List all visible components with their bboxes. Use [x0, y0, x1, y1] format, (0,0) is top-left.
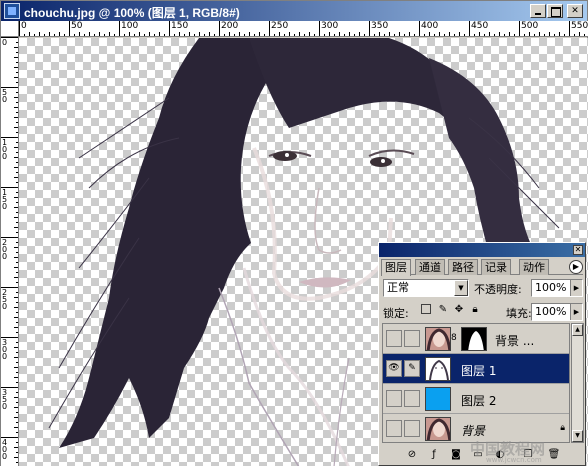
- nose: [314, 187, 342, 254]
- hair-left: [59, 38, 269, 448]
- layer-row-layer-2[interactable]: 图层 2: [383, 384, 569, 414]
- ruler-tick-label: 200: [221, 21, 239, 31]
- hair-right: [429, 58, 539, 258]
- ruler-tick-label: 300: [2, 338, 8, 361]
- right-eyebrow: [368, 149, 415, 157]
- ruler-tick-label: 0: [21, 21, 27, 31]
- maximize-button[interactable]: [547, 4, 563, 18]
- lips: [299, 277, 351, 288]
- visibility-toggle[interactable]: [386, 390, 402, 407]
- layer-list: 8 背景 ... 👁︎ ✎ 图层 1 图层 2 背景 🔒︎: [382, 323, 570, 443]
- palette-title-bar[interactable]: ✕: [379, 243, 585, 257]
- lock-position-move-icon[interactable]: ✥: [453, 304, 465, 316]
- ruler-tick-label: 400: [2, 438, 8, 461]
- skin-shading: [252, 147, 393, 301]
- photoshop-document-icon: [4, 3, 20, 19]
- hair-top: [249, 38, 469, 148]
- lock-icon: 🔒︎: [560, 423, 565, 433]
- tab-layers[interactable]: 图层: [381, 259, 411, 276]
- palette-menu-button[interactable]: ▶: [569, 260, 583, 274]
- ruler-tick-label: 150: [2, 188, 8, 211]
- tab-history[interactable]: 记录: [481, 259, 511, 275]
- chain-link-icon: 8: [451, 333, 457, 343]
- ruler-tick-label: 250: [271, 21, 289, 31]
- layer-mask-thumbnail[interactable]: [461, 327, 487, 351]
- opacity-field[interactable]: 100% ▶: [531, 279, 583, 297]
- tab-channels[interactable]: 通道: [415, 259, 445, 275]
- layer-thumbnail: [425, 417, 451, 441]
- fill-value: 100%: [535, 305, 567, 318]
- layer-row-background-copy[interactable]: 8 背景 ...: [383, 324, 569, 354]
- tab-paths[interactable]: 路径: [448, 259, 478, 275]
- ruler-tick-label: 100: [121, 21, 139, 31]
- fill-arrow-icon[interactable]: ▶: [570, 304, 582, 320]
- ruler-tick-label: 50: [2, 88, 8, 104]
- opacity-value: 100%: [535, 281, 567, 294]
- ruler-tick-label: 350: [2, 388, 8, 411]
- lock-transparency-icon[interactable]: [421, 304, 431, 314]
- ruler-tick-label: 0: [2, 38, 8, 47]
- fill-label: 填充:: [506, 307, 532, 320]
- horizontal-ruler[interactable]: 0 50 100 150 200 250 300 350 400 450 500 550: [19, 21, 588, 37]
- palette-close-button[interactable]: ✕: [573, 245, 583, 255]
- eye-icon[interactable]: 👁︎: [386, 360, 402, 377]
- vertical-ruler[interactable]: 0 50 100 150 200 250 300 350 400: [1, 37, 19, 466]
- link-toggle[interactable]: [404, 390, 420, 407]
- minimize-button[interactable]: [530, 4, 546, 18]
- chevron-down-icon[interactable]: ▼: [454, 280, 468, 296]
- brush-icon[interactable]: ✎: [404, 360, 420, 377]
- blend-mode-value: 正常: [387, 281, 409, 294]
- layer-name: 图层 1: [461, 364, 497, 378]
- window-title: chouchu.jpg @ 100% (图层 1, RGB/8#): [24, 6, 240, 20]
- close-button[interactable]: ✕: [567, 4, 583, 18]
- link-toggle[interactable]: [404, 330, 420, 347]
- ruler-tick-label: 350: [371, 21, 389, 31]
- layer-list-scrollbar[interactable]: ▲ ▼: [571, 323, 584, 443]
- ruler-tick-label: 550: [571, 21, 588, 31]
- title-bar[interactable]: chouchu.jpg @ 100% (图层 1, RGB/8#) ✕: [1, 1, 587, 21]
- palette-tabs: 图层 通道 路径 记录 动作: [381, 259, 583, 276]
- layer-name: 图层 2: [461, 394, 497, 408]
- tab-actions[interactable]: 动作: [519, 259, 549, 275]
- fill-field[interactable]: 100% ▶: [531, 303, 583, 321]
- trash-icon[interactable]: 🗑︎: [547, 448, 561, 462]
- right-eye: [370, 157, 392, 167]
- layer-thumbnail: [425, 327, 451, 351]
- layers-palette: ✕ 图层 通道 路径 记录 动作 ▶ 正常 ▼ 不透明度: 100% ▶ 锁定:…: [378, 242, 586, 466]
- mask-icon[interactable]: ◙: [449, 448, 463, 462]
- layer-style-icon[interactable]: ƒ: [427, 448, 441, 462]
- link-toggle[interactable]: [404, 420, 420, 437]
- ruler-tick-label: 200: [2, 238, 8, 261]
- watermark-url: www.jcwcn.com: [486, 456, 542, 464]
- layer-thumbnail: [425, 387, 451, 411]
- lock-image-brush-icon[interactable]: ✎: [437, 304, 449, 316]
- blend-mode-dropdown[interactable]: 正常 ▼: [383, 279, 469, 297]
- scroll-up-arrow-icon[interactable]: ▲: [572, 324, 583, 336]
- ruler-tick-label: 300: [321, 21, 339, 31]
- ruler-tick-label: 400: [421, 21, 439, 31]
- ruler-tick-label: 150: [171, 21, 189, 31]
- layer-name: 背景 ...: [495, 334, 535, 348]
- ruler-origin[interactable]: [1, 21, 19, 37]
- left-eye: [273, 151, 297, 161]
- scroll-down-arrow-icon[interactable]: ▼: [572, 430, 583, 442]
- lock-label: 锁定:: [383, 307, 409, 320]
- ruler-tick-label: 500: [521, 21, 539, 31]
- ruler-ticks: [19, 21, 585, 36]
- opacity-arrow-icon[interactable]: ▶: [570, 280, 582, 296]
- ruler-tick-label: 450: [471, 21, 489, 31]
- layer-name: 背景: [461, 424, 486, 438]
- ruler-tick-label: 100: [2, 138, 8, 161]
- lock-all-icon[interactable]: 🔒︎: [469, 304, 481, 316]
- layer-row-layer-1[interactable]: 👁︎ ✎ 图层 1: [383, 354, 569, 384]
- link-icon[interactable]: ⊘: [405, 448, 419, 462]
- ruler-tick-label: 250: [2, 288, 8, 311]
- ruler-tick-label: 50: [71, 21, 83, 31]
- layer-thumbnail: [425, 357, 451, 381]
- opacity-label: 不透明度:: [474, 283, 522, 296]
- visibility-toggle[interactable]: [386, 330, 402, 347]
- visibility-toggle[interactable]: [386, 420, 402, 437]
